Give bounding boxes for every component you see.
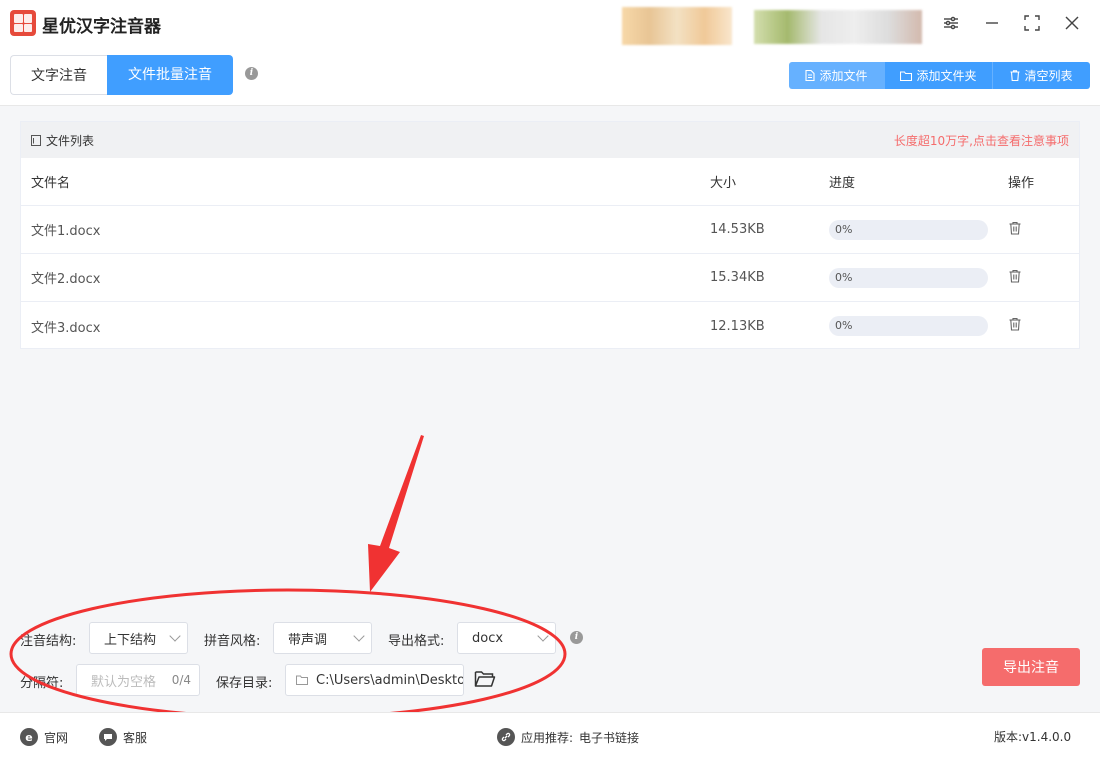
save-dir-value: C:\Users\admin\Deskto: [316, 672, 464, 688]
separator-label: 分隔符:: [20, 676, 64, 691]
annotation-ellipse: [9, 588, 567, 720]
blurred-account-area: [622, 7, 732, 45]
progress-bar: 0%: [829, 219, 988, 240]
export-annotation-button[interactable]: 导出注音: [982, 648, 1080, 686]
file-size: 12.13KB: [710, 318, 765, 334]
file-name: 文件1.docx: [31, 224, 101, 239]
table-row: 文件3.docx 12.13KB 0%: [21, 302, 1079, 350]
title-bar: 星优汉字注音器: [0, 0, 1100, 48]
folder-icon: [900, 70, 913, 81]
file-progress: 0%: [819, 267, 998, 288]
delete-trash-icon[interactable]: [1008, 221, 1022, 235]
export-format-select[interactable]: docx: [457, 622, 556, 654]
save-dir-input[interactable]: C:\Users\admin\Deskto: [285, 664, 464, 696]
file-action: [998, 221, 1079, 239]
file-name: 文件3.docx: [31, 320, 101, 336]
service-label: 客服: [123, 730, 148, 745]
clear-list-button[interactable]: 清空列表: [993, 62, 1090, 89]
tab-batch-file-annotation[interactable]: 文件批量注音: [107, 55, 233, 95]
chevron-down-icon: [537, 630, 549, 642]
add-file-label: 添加文件: [819, 69, 868, 83]
delete-trash-icon[interactable]: [1008, 269, 1022, 283]
structure-select-value: 上下结构: [104, 632, 157, 648]
export-format-value: docx: [472, 630, 504, 646]
separator-char-count: 0/4: [171, 673, 191, 687]
file-progress: 0%: [819, 316, 998, 336]
tab-text-annotation[interactable]: 文字注音: [10, 55, 107, 95]
document-icon: [805, 70, 816, 81]
structure-select[interactable]: 上下结构: [89, 622, 188, 654]
file-list-header: 文件列表 长度超10万字,点击查看注意事项: [21, 122, 1079, 158]
pinyin-style-value: 带声调: [288, 632, 328, 648]
footer: e 官网 客服 应用推荐: 电子书链接 版本:v1.4.0.0: [0, 712, 1100, 760]
file-list-panel: 文件列表 长度超10万字,点击查看注意事项 文件名 大小 进度 操作 文件1.d…: [20, 121, 1080, 349]
recommend-label: 应用推荐:: [521, 730, 574, 745]
add-folder-button[interactable]: 添加文件夹: [885, 62, 993, 89]
settings-sliders-icon[interactable]: [940, 12, 962, 34]
progress-bar: 0%: [829, 267, 988, 288]
column-size: 大小: [710, 176, 737, 191]
file-list-title: 文件列表: [31, 132, 94, 149]
table-row: 文件1.docx 14.53KB 0%: [21, 206, 1079, 254]
table-row: 文件2.docx 15.34KB 0%: [21, 254, 1079, 302]
list-icon: [31, 134, 41, 146]
progress-text: 0%: [835, 222, 853, 236]
file-action: [998, 317, 1079, 335]
app-recommendation: 应用推荐: 电子书链接: [497, 728, 639, 746]
separator-input[interactable]: 默认为空格 0/4: [76, 664, 200, 696]
save-dir-label: 保存目录:: [216, 676, 273, 691]
app-title: 星优汉字注音器: [42, 17, 161, 37]
file-name: 文件2.docx: [31, 272, 101, 287]
version-info: 版本:v1.4.0.0: [994, 728, 1071, 745]
tabs-toolbar: 文字注音 文件批量注音 i 添加文件 添加文件夹 清空列表: [0, 48, 1100, 106]
version-label: 版本:v1.4.0.0: [994, 730, 1072, 744]
file-progress: 0%: [819, 219, 998, 240]
pinyin-style-label: 拼音风格:: [204, 634, 261, 649]
clear-list-label: 清空列表: [1024, 69, 1073, 83]
chevron-down-icon: [353, 630, 365, 642]
browser-e-icon: e: [20, 728, 38, 746]
maximize-icon[interactable]: [1021, 12, 1043, 34]
info-icon[interactable]: i: [245, 67, 258, 80]
column-filename: 文件名: [31, 176, 71, 191]
progress-text: 0%: [835, 319, 853, 332]
close-icon[interactable]: [1061, 12, 1083, 34]
chat-bubble-icon: [99, 728, 117, 746]
format-info-icon[interactable]: i: [570, 631, 583, 644]
website-label: 官网: [44, 730, 69, 745]
ebook-link[interactable]: 电子书链接: [579, 729, 639, 746]
table-header: 文件名 大小 进度 操作: [21, 158, 1079, 206]
delete-trash-icon[interactable]: [1008, 317, 1022, 331]
column-progress: 进度: [829, 176, 856, 191]
open-folder-icon[interactable]: [474, 670, 496, 692]
export-format-label: 导出格式:: [388, 634, 445, 649]
progress-text: 0%: [835, 270, 853, 284]
add-file-button[interactable]: 添加文件: [789, 62, 885, 89]
customer-service-link[interactable]: 客服: [99, 728, 147, 746]
chevron-down-icon: [169, 630, 181, 642]
blurred-user-area: [754, 10, 922, 44]
add-folder-label: 添加文件夹: [916, 69, 977, 83]
minimize-icon[interactable]: [981, 12, 1003, 34]
annotation-arrow: [368, 435, 424, 592]
file-action: [998, 269, 1079, 287]
file-action-buttons: 添加文件 添加文件夹 清空列表: [789, 62, 1090, 89]
file-list-title-text: 文件列表: [46, 133, 95, 148]
separator-placeholder: 默认为空格: [91, 674, 157, 690]
file-size: 14.53KB: [710, 222, 765, 237]
progress-bar: 0%: [829, 316, 988, 336]
length-warning-link[interactable]: 长度超10万字,点击查看注意事项: [894, 132, 1069, 149]
trash-icon: [1010, 70, 1020, 81]
folder-icon: [296, 675, 308, 685]
file-size: 15.34KB: [710, 270, 765, 285]
website-link[interactable]: e 官网: [20, 728, 68, 746]
structure-label: 注音结构:: [20, 634, 77, 649]
app-logo-icon: [10, 10, 36, 36]
link-icon: [497, 728, 515, 746]
column-action: 操作: [1008, 176, 1035, 191]
pinyin-style-select[interactable]: 带声调: [273, 622, 372, 654]
